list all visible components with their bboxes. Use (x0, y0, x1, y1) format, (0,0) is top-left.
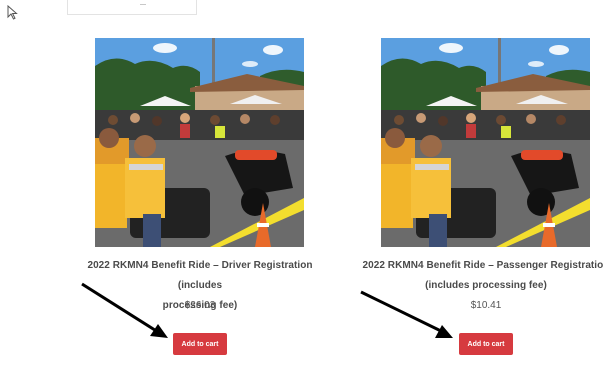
top-partial-box (67, 0, 197, 15)
product-image-passenger[interactable] (381, 38, 590, 247)
add-to-cart-button-passenger[interactable]: Add to cart (459, 333, 513, 355)
page: 2022 RKMN4 Benefit Ride – Driver Registr… (0, 0, 603, 390)
product-title-line1[interactable]: 2022 RKMN4 Benefit Ride – Passenger Regi… (352, 256, 603, 276)
add-to-cart-button-driver[interactable]: Add to cart (173, 333, 227, 355)
mouse-pointer-icon (7, 5, 18, 20)
arrow-pointer-icon (81, 282, 168, 338)
arrow-pointer-icon (360, 290, 453, 338)
product-image-driver[interactable] (95, 38, 304, 247)
